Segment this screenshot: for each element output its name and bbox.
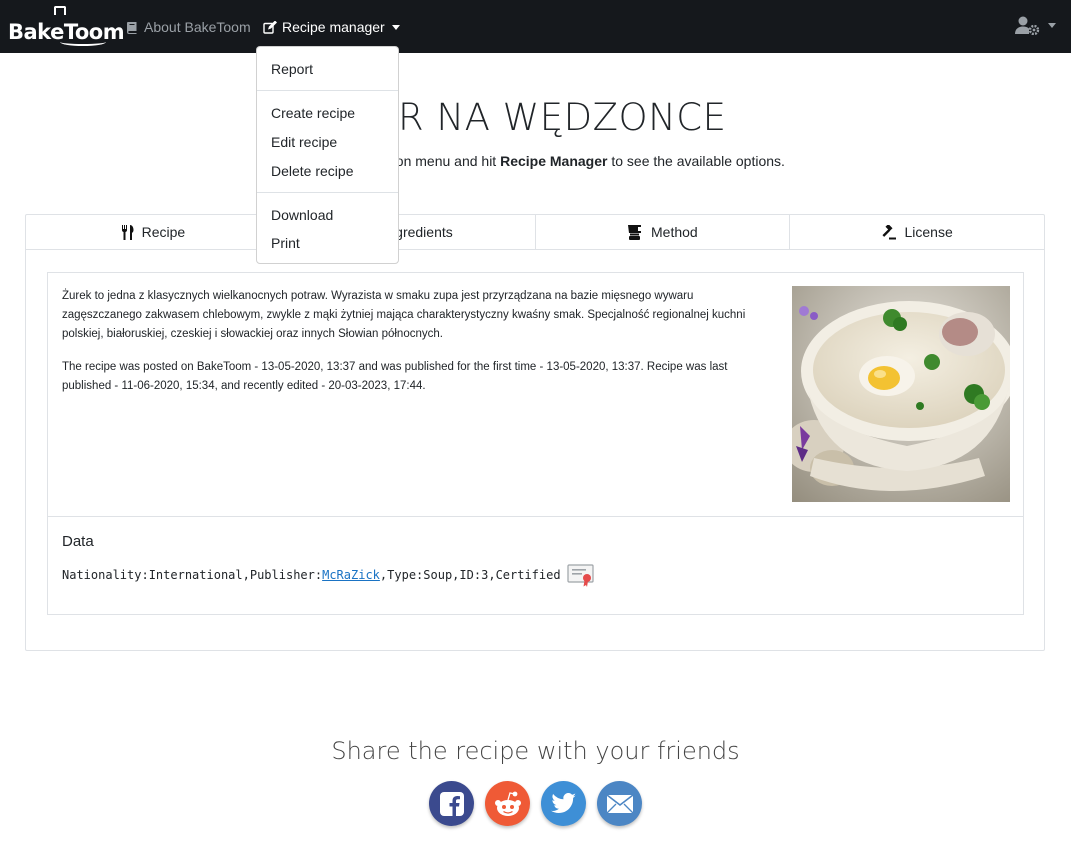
share-buttons [429, 781, 642, 826]
recipe-data-line: Nationality: International , Publisher: … [62, 563, 595, 587]
recipe-description: Żurek to jedna z klasycznych wielkanocny… [62, 290, 746, 340]
edit-icon [263, 20, 277, 34]
content-divider [48, 516, 1023, 517]
share-email-button[interactable] [597, 781, 642, 826]
email-icon [606, 793, 633, 813]
menu-item-print[interactable]: Print [271, 235, 300, 251]
recipe-history: The recipe was posted on BakeToom - 13-0… [62, 361, 728, 392]
blender-icon [627, 224, 642, 240]
chevron-down-icon [391, 24, 400, 30]
reddit-icon [494, 791, 521, 816]
menu-item-download[interactable]: Download [271, 207, 333, 223]
data-heading: Data [62, 533, 94, 550]
gavel-icon [882, 224, 897, 239]
publisher-link[interactable]: McRaZick [322, 568, 380, 582]
menu-item-create-recipe[interactable]: Create recipe [271, 105, 355, 121]
chevron-down-icon [1048, 22, 1056, 28]
share-heading: Share the recipe with your friends [331, 737, 740, 765]
certificate-icon [566, 564, 594, 587]
page-title: ŻUR NA WĘDZONCE [344, 96, 727, 139]
top-navbar: BakeToom About BakeToom Recipe manager [0, 0, 1071, 53]
nav-about-link[interactable]: About BakeToom [126, 17, 251, 37]
tab-recipe-label: Recipe [141, 224, 186, 240]
book-icon [127, 21, 137, 34]
recipe-photo [792, 286, 1010, 502]
certified-label: Certified [495, 568, 561, 582]
separator: , [452, 568, 460, 582]
facebook-icon [439, 791, 464, 816]
nav-about-label: About BakeToom [144, 19, 251, 35]
id-value: 3 [481, 568, 489, 582]
menu-item-edit-recipe[interactable]: Edit recipe [271, 134, 337, 150]
logo-swoosh [60, 38, 106, 46]
menu-item-report[interactable]: Report [271, 61, 313, 77]
tab-license-label: License [904, 224, 953, 240]
nav-recipe-manager-toggle[interactable]: Recipe manager [263, 17, 400, 37]
recipe-card: Recipe Ingredients Method License Żurek … [25, 214, 1045, 651]
brand-logo[interactable]: BakeToom [8, 6, 125, 46]
recipe-description-block: Żurek to jedna z klasycznych wielkanocny… [62, 287, 772, 410]
menu-divider [257, 192, 398, 193]
nationality-value: International [148, 568, 243, 582]
page-lead: Open the navigation menu and hit Recipe … [0, 153, 1071, 169]
menu-divider [257, 90, 398, 91]
publisher-label: Publisher: [249, 568, 323, 582]
share-facebook-button[interactable] [429, 781, 474, 826]
twitter-icon [550, 792, 576, 813]
utensils-icon [121, 224, 134, 240]
lead-bold: Recipe Manager [500, 153, 608, 169]
recipe-content: Żurek to jedna z klasycznych wielkanocny… [47, 272, 1024, 615]
separator: , [488, 568, 496, 582]
recipe-tabs: Recipe Ingredients Method License [26, 215, 1044, 250]
tab-method[interactable]: Method [536, 215, 791, 249]
chef-hat-icon [54, 6, 66, 15]
type-value: Soup [423, 568, 453, 582]
tab-license[interactable]: License [790, 215, 1044, 249]
separator: , [379, 568, 388, 582]
nationality-label: Nationality: [62, 568, 149, 582]
nav-recipe-manager-label: Recipe manager [282, 19, 385, 35]
tab-recipe[interactable]: Recipe [26, 215, 281, 249]
separator: , [242, 568, 250, 582]
recipe-manager-dropdown: Report Create recipe Edit recipe Delete … [256, 46, 399, 264]
type-label: Type: [387, 568, 424, 582]
menu-item-delete-recipe[interactable]: Delete recipe [271, 163, 354, 179]
user-cog-icon [1015, 16, 1040, 35]
user-menu-toggle[interactable] [1015, 15, 1056, 35]
share-twitter-button[interactable] [541, 781, 586, 826]
id-label: ID: [459, 568, 482, 582]
lead-suffix: to see the available options. [607, 153, 785, 169]
tab-method-label: Method [651, 224, 698, 240]
share-reddit-button[interactable] [485, 781, 530, 826]
